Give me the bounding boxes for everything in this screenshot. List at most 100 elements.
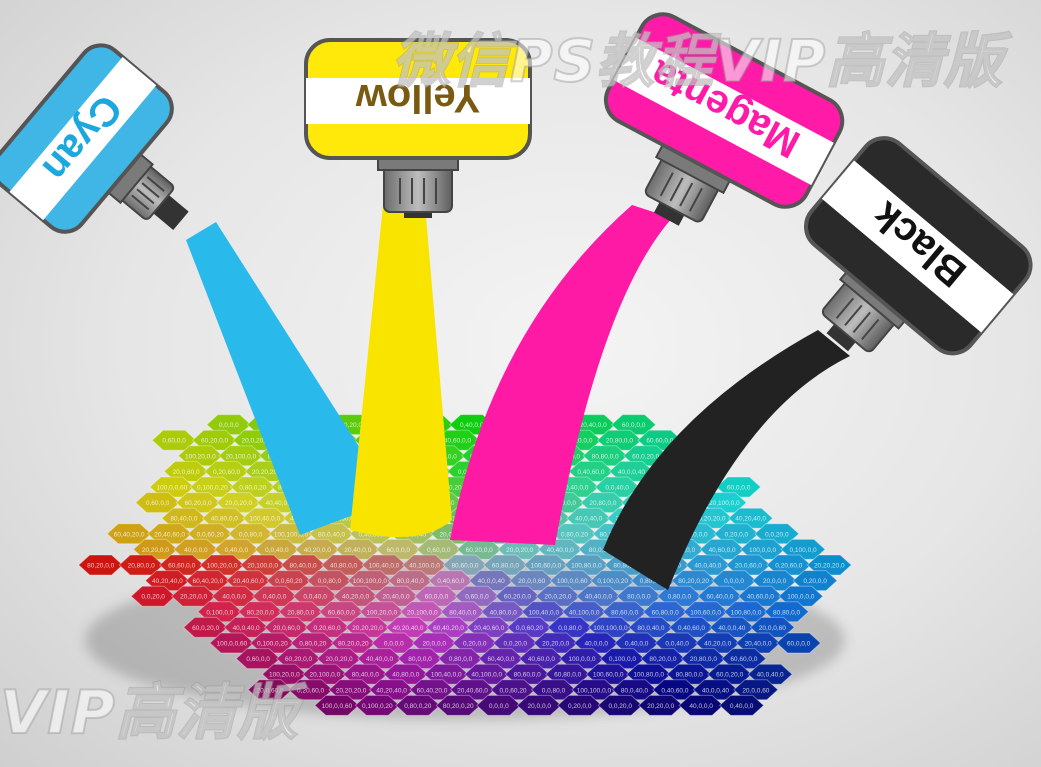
swatch-value-label: 60,0,20,0 (192, 625, 219, 632)
swatch-value-label: 0,40,60,0 (577, 469, 604, 476)
swatch-value-label: 20,40,0,0 (382, 594, 409, 601)
swatch-value-label: 40,0,40,0 (757, 672, 784, 679)
swatch-value-label: 40,20,40,0 (376, 687, 407, 694)
swatch-value-label: 100,0,0,0 (787, 594, 814, 601)
swatch-value-label: 40,40,0,0 (366, 656, 393, 663)
swatch-value-label: 20,20,20,0 (814, 563, 845, 570)
swatch-value-label: 60,40,0,0 (487, 656, 514, 663)
swatch-value-label: 0,40,60,0 (661, 687, 688, 694)
swatch-value-label: 20,40,60,0 (457, 687, 488, 694)
swatch-value-label: 100,60,0,0 (593, 672, 624, 679)
swatch-value-label: 80,0,0,0 (627, 594, 651, 601)
swatch-value-label: 40,20,0,0 (304, 547, 331, 554)
swatch-value-label: 0,0,40,0 (303, 594, 327, 601)
swatch-value-label: 20,0,0,60 (742, 687, 769, 694)
swatch-value-label: 60,0,20,0 (716, 672, 743, 679)
swatch-value-label: 20,40,0,0 (344, 547, 371, 554)
swatch-value-label: 100,60,0,0 (690, 609, 721, 616)
swatch-value-label: 20,0,0,0 (423, 641, 447, 648)
swatch-value-label: 40,80,0,0 (392, 672, 419, 679)
swatch-value-label: 40,60,0,0 (709, 547, 736, 554)
swatch-value-label: 0,100,0,20 (197, 485, 228, 492)
swatch-value-label: 20,20,0,0 (542, 641, 569, 648)
swatch-value-label: 0,100,0,0 (609, 656, 636, 663)
swatch-value-label: 0,0,20,0 (608, 703, 632, 710)
swatch-value-label: 0,80,0,20 (239, 485, 266, 492)
swatch-value-label: 80,40,0,0 (170, 516, 197, 523)
swatch-value-label: 0,100,0,20 (362, 703, 393, 710)
swatch-value-label: 60,0,0,0 (727, 485, 751, 492)
swatch-value-label: 40,20,40,0 (152, 578, 183, 585)
yellow-paint-stream (350, 205, 452, 538)
swatch-value-label: 40,0,40,0 (694, 563, 721, 570)
swatch-value-label: 0,0,60,20 (499, 687, 526, 694)
swatch-value-label: 100,100,0,0 (353, 578, 388, 585)
swatch-value-label: 0,60,0,0 (465, 594, 489, 601)
swatch-value-label: 0,40,60,0 (678, 625, 705, 632)
swatch-value-label: 0,0,40,0 (605, 485, 629, 492)
swatch-value-label: 0,100,0,20 (257, 641, 288, 648)
swatch-value-label: 40,20,0,0 (704, 641, 731, 648)
swatch-value-label: 100,20,0,0 (207, 563, 238, 570)
swatch-value-label: 40,60,0,0 (528, 656, 555, 663)
swatch-value-label: 20,100,0,0 (709, 500, 740, 507)
swatch-value-label: 60,40,20,0 (417, 687, 448, 694)
swatch-value-label: 0,0,20,0 (503, 641, 527, 648)
swatch-value-label: 60,20,0,0 (185, 500, 212, 507)
swatch-value-label: 0,0,80,0 (318, 578, 342, 585)
swatch-value-label: 20,0,60,0 (735, 563, 762, 570)
swatch-value-label: 60,20,0,0 (466, 547, 493, 554)
swatch-value-label: 20,40,0,0 (580, 422, 607, 429)
swatch-value-label: 0,40,0,0 (625, 641, 649, 648)
swatch-value-label: 60,40,0,0 (706, 594, 733, 601)
swatch-value-label: 60,0,0,0 (425, 594, 449, 601)
watermark-top: 微信PS教程VIP高清版 (391, 26, 1004, 96)
swatch-value-label: 100,0,0,60 (217, 641, 248, 648)
swatch-value-label: 0,60,0,0 (146, 500, 170, 507)
swatch-value-label: 0,40,0,0 (730, 703, 754, 710)
swatch-value-label: 40,0,0,40 (618, 469, 645, 476)
swatch-value-label: 20,0,20,0 (225, 500, 252, 507)
swatch-value-label: 80,40,0,0 (449, 609, 476, 616)
swatch-value-label: 0,0,60,20 (516, 625, 543, 632)
swatch-value-label: 60,60,0,0 (328, 609, 355, 616)
swatch-value-label: 80,20,0,20 (338, 641, 369, 648)
swatch-value-label: 60,0,0,0 (387, 547, 411, 554)
yellow-cap (383, 163, 453, 213)
swatch-value-label: 20,100,0,0 (225, 453, 256, 460)
swatch-value-label: 0,100,0,0 (206, 609, 233, 616)
swatch-value-label: 40,100,0,0 (569, 609, 600, 616)
swatch-value-label: 80,0,40,0 (318, 531, 345, 538)
swatch-value-label: 20,20,0,0 (180, 594, 207, 601)
swatch-value-label: 40,20,40,0 (393, 625, 424, 632)
swatch-value-label: 20,80,0,0 (690, 656, 717, 663)
swatch-value-label: 0,0,0,0 (219, 422, 239, 429)
swatch-value-label: 60,20,0,0 (201, 438, 228, 445)
swatch-value-label: 40,100,0,0 (409, 563, 440, 570)
swatch-value-label: 0,80,0,0 (449, 656, 473, 663)
swatch-value-label: 40,0,0,0 (222, 594, 246, 601)
swatch-value-label: 80,80,0,0 (676, 672, 703, 679)
swatch-value-label: 0,20,60,0 (775, 563, 802, 570)
swatch-value-label: 0,40,60,0 (437, 578, 464, 585)
swatch-value-label: 0,0,80,0 (239, 531, 263, 538)
swatch-value-label: 80,0,40,0 (397, 578, 424, 585)
swatch-value-label: 80,20,0,0 (649, 656, 676, 663)
swatch-value-label: 100,40,0,0 (369, 563, 400, 570)
swatch-value-label: 0,40,0,0 (263, 594, 287, 601)
swatch-value-label: 100,0,0,60 (321, 703, 352, 710)
swatch-value-label: 100,0,0,0 (568, 656, 595, 663)
swatch-value-label: 100,40,0,0 (431, 672, 462, 679)
swatch-value-label: 80,20,0,20 (443, 703, 474, 710)
swatch-value-label: 0,0,40,0 (665, 641, 689, 648)
swatch-value-label: 100,80,0,0 (571, 563, 602, 570)
swatch-value-label: 0,20,60,0 (314, 625, 341, 632)
swatch-value-label: 40,0,40,0 (233, 625, 260, 632)
swatch-value-label: 60,20,0,0 (504, 594, 531, 601)
swatch-value-label: 60,80,0,0 (554, 672, 581, 679)
swatch-value-label: 20,20,20,0 (336, 687, 367, 694)
swatch-value-label: 40,60,0,0 (747, 594, 774, 601)
swatch-value-label: 100,80,0,0 (731, 609, 762, 616)
swatch-value-label: 0,80,0,20 (404, 703, 431, 710)
swatch-value-label: 40,40,0,0 (585, 594, 612, 601)
